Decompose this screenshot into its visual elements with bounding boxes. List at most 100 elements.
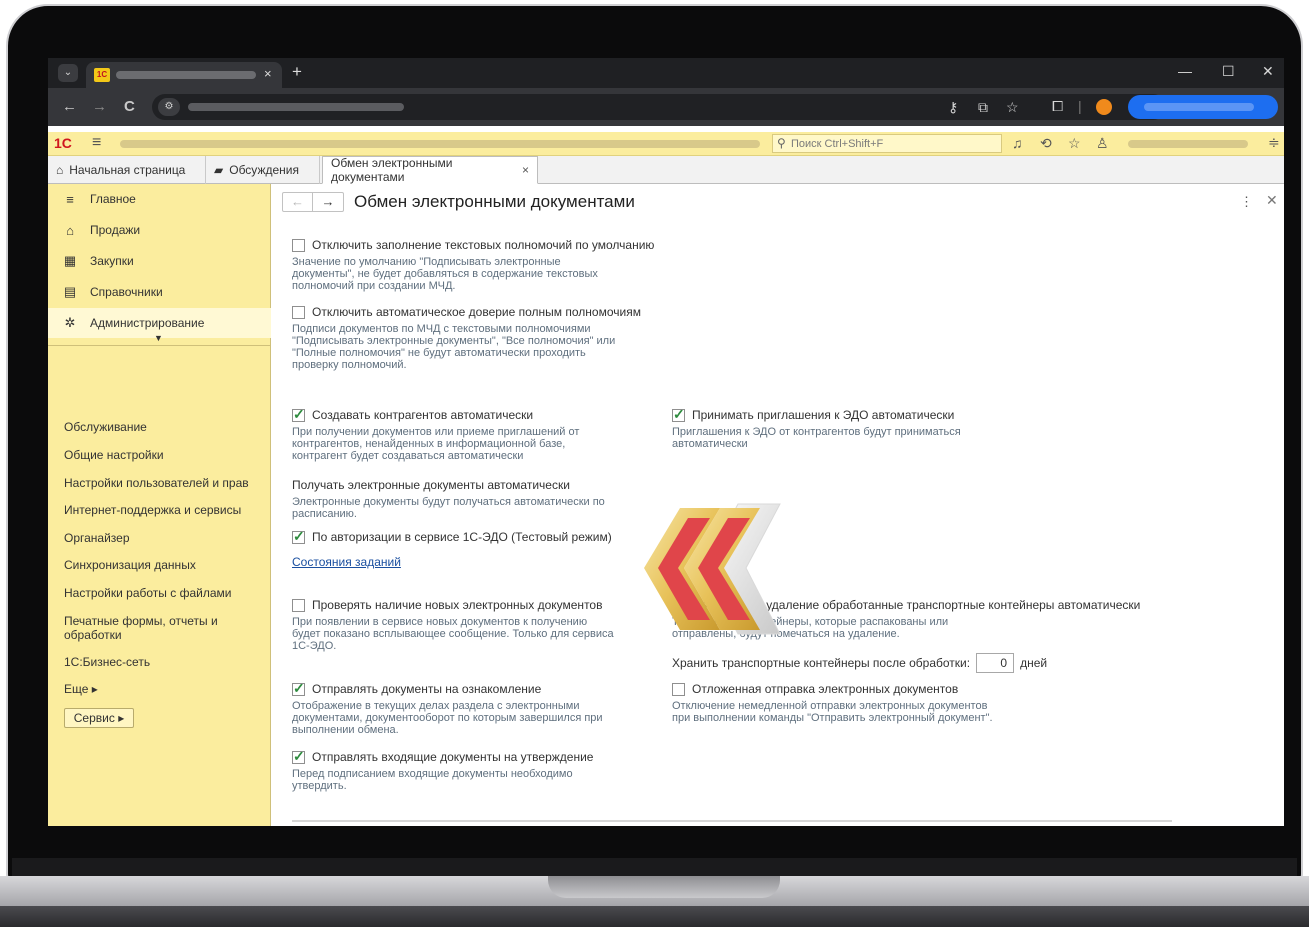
tab-edo-exchange[interactable]: Обмен электронными документами × [322,156,538,184]
history-icon[interactable]: ⟲ [1040,135,1052,152]
option-disable-text-powers[interactable]: Отключить заполнение текстовых полномочи… [292,238,654,252]
laptop-chin [12,858,1297,878]
tab-discussions-label: Обсуждения [229,163,299,177]
gear-icon: ✲ [64,315,76,330]
reload-icon[interactable]: C [124,98,135,115]
sidebar-subitem-internet-support[interactable]: Интернет-поддержка и сервисы [64,503,259,517]
store-icon: ⌂ [66,222,74,238]
more-actions-icon[interactable]: ⋮ [1240,194,1253,210]
checkbox[interactable] [292,305,305,319]
sidebar-item-label: Справочники [90,285,163,299]
onec-top-panel: 1С ≡ ⚲ Поиск Ctrl+Shift+F ♫ ⟲ ☆ ♙ ≑ [48,132,1284,156]
keep-days-input[interactable]: 0 [976,653,1015,673]
sidebar-subitem-more[interactable]: Еще ▸ [64,682,259,696]
cart-icon: ▦ [63,253,77,268]
checkbox-checked[interactable] [672,406,685,423]
tab-close-icon[interactable]: × [522,163,529,177]
tab-discussions[interactable]: ▰ Обсуждения [206,156,320,184]
back-icon[interactable]: ← [62,98,77,115]
sidebar-item-sales[interactable]: ⌂ Продажи [48,215,271,245]
checkbox-checked[interactable] [292,406,305,423]
sidebar-item-catalogs[interactable]: ▤ Справочники [48,277,271,307]
close-form-icon[interactable]: ✕ [1266,192,1278,209]
receive-auto-label: Получать электронные документы автоматич… [292,478,570,492]
user-icon[interactable]: ♙ [1096,135,1109,152]
option-hint: Электронные документы будут получаться а… [292,496,605,520]
menu-lines-icon: ≡ [66,191,74,207]
window-close-button[interactable]: ✕ [1262,63,1274,80]
option-send-incoming[interactable]: Отправлять входящие документы на утвержд… [292,748,593,765]
sidebar-subitem-general-settings[interactable]: Общие настройки [64,448,259,462]
onec-favicon-icon: 1С [94,68,110,82]
option-by-auth[interactable]: По авторизации в сервисе 1С-ЭДО (Тестовы… [292,528,612,545]
favorites-star-icon[interactable]: ☆ [1068,135,1081,152]
sidebar-subitem-sync[interactable]: Синхронизация данных [64,558,259,572]
sidebar-subitem-business-network[interactable]: 1С:Бизнес-сеть [64,655,259,669]
sidebar-divider [48,345,271,346]
keep-containers-row: Хранить транспортные контейнеры после об… [672,653,1047,673]
forward-icon[interactable]: → [92,98,107,115]
option-label: Принимать приглашения к ЭДО автоматическ… [692,408,955,422]
extensions-icon[interactable]: ⧠ [1052,98,1063,115]
sidebar-item-purchases[interactable]: ▦ Закупки [48,246,271,276]
sidebar-subitem-print-forms[interactable]: Печатные формы, отчеты и обработки [64,614,259,642]
sidebar-subitem-maintenance[interactable]: Обслуживание [64,420,259,434]
window-maximize-button[interactable]: ☐ [1222,63,1235,80]
option-create-counterparties[interactable]: Создавать контрагентов автоматически [292,406,534,423]
tab-title-redacted [116,71,256,79]
option-label: Создавать контрагентов автоматически [312,408,534,422]
tab-home[interactable]: ⌂ Начальная страница [48,156,206,184]
bookmark-star-icon[interactable]: ☆ [1006,99,1019,116]
install-app-icon[interactable]: ⧉ [978,99,988,116]
browser-tab[interactable]: 1С × [86,62,282,88]
browser-tabbar: ⌄ 1С × + — ☐ ✕ [48,58,1284,88]
option-hint: Отключение немедленной отправки электрон… [672,700,993,724]
option-send-review[interactable]: Отправлять документы на ознакомление [292,680,542,697]
sidebar-subitem-files[interactable]: Настройки работы с файлами [64,586,259,600]
nav-forward-icon[interactable]: → [313,193,343,211]
search-placeholder: Поиск Ctrl+Shift+F [791,138,884,150]
option-disable-auto-trust[interactable]: Отключить автоматическое доверие полным … [292,305,641,319]
option-accept-invites[interactable]: Принимать приглашения к ЭДО автоматическ… [672,406,955,423]
sidebar-item-label: Продажи [90,223,141,237]
user-name-redacted [1128,140,1248,148]
option-label: По авторизации в сервисе 1С-ЭДО (Тестовы… [312,530,612,544]
main-menu-icon[interactable]: ≡ [92,134,101,152]
option-delayed-send[interactable]: Отложенная отправка электронных документ… [672,682,958,696]
relaunch-button[interactable] [1128,95,1278,119]
option-check-new[interactable]: Проверять наличие новых электронных доку… [292,598,602,612]
checkbox-checked[interactable] [292,680,305,697]
sidebar: ≡ Главное ⌂ Продажи ▦ Закупки ▤ Справочн… [48,184,271,826]
window-minimize-button[interactable]: — [1178,63,1192,79]
checkbox-checked[interactable] [292,748,305,765]
global-search-input[interactable]: ⚲ Поиск Ctrl+Shift+F [772,134,1002,153]
nav-back-icon[interactable]: ← [283,193,314,211]
history-nav: ← → [282,192,344,212]
laptop-notch [548,876,780,898]
bell-icon[interactable]: ♫ [1012,135,1023,151]
profile-avatar[interactable] [1096,99,1112,115]
sidebar-subitem-user-settings[interactable]: Настройки пользователей и прав [64,476,259,490]
tab-home-label: Начальная страница [69,163,186,177]
service-button[interactable]: Сервис ▸ [64,708,134,728]
option-label: Отправлять документы на ознакомление [312,682,542,696]
checkbox[interactable] [292,238,305,252]
onec-logo: 1С [54,135,72,151]
key-icon[interactable]: ⚷ [948,99,958,116]
new-tab-button[interactable]: + [292,62,302,82]
option-label: Проверять наличие новых электронных доку… [312,598,603,612]
site-info-icon[interactable]: ⚙ [158,98,180,116]
tab-search-button[interactable]: ⌄ [58,64,78,82]
sidebar-item-main[interactable]: ≡ Главное [48,184,271,214]
settings-menu-icon[interactable]: ≑ [1268,134,1280,151]
jobs-status-link[interactable]: Состояния заданий [292,555,401,569]
tab-close-icon[interactable]: × [264,66,272,81]
tab-edo-label: Обмен электронными документами [331,156,453,184]
search-icon: ⚲ [777,136,786,150]
option-hint: При появлении в сервисе новых документов… [292,616,614,652]
sidebar-subitem-organizer[interactable]: Органайзер [64,531,259,545]
url-field[interactable]: ⚙ ⚷ ⧉ ☆ [152,94,1166,120]
checkbox[interactable] [672,682,685,696]
checkbox[interactable] [292,598,305,612]
checkbox-checked[interactable] [292,528,305,545]
